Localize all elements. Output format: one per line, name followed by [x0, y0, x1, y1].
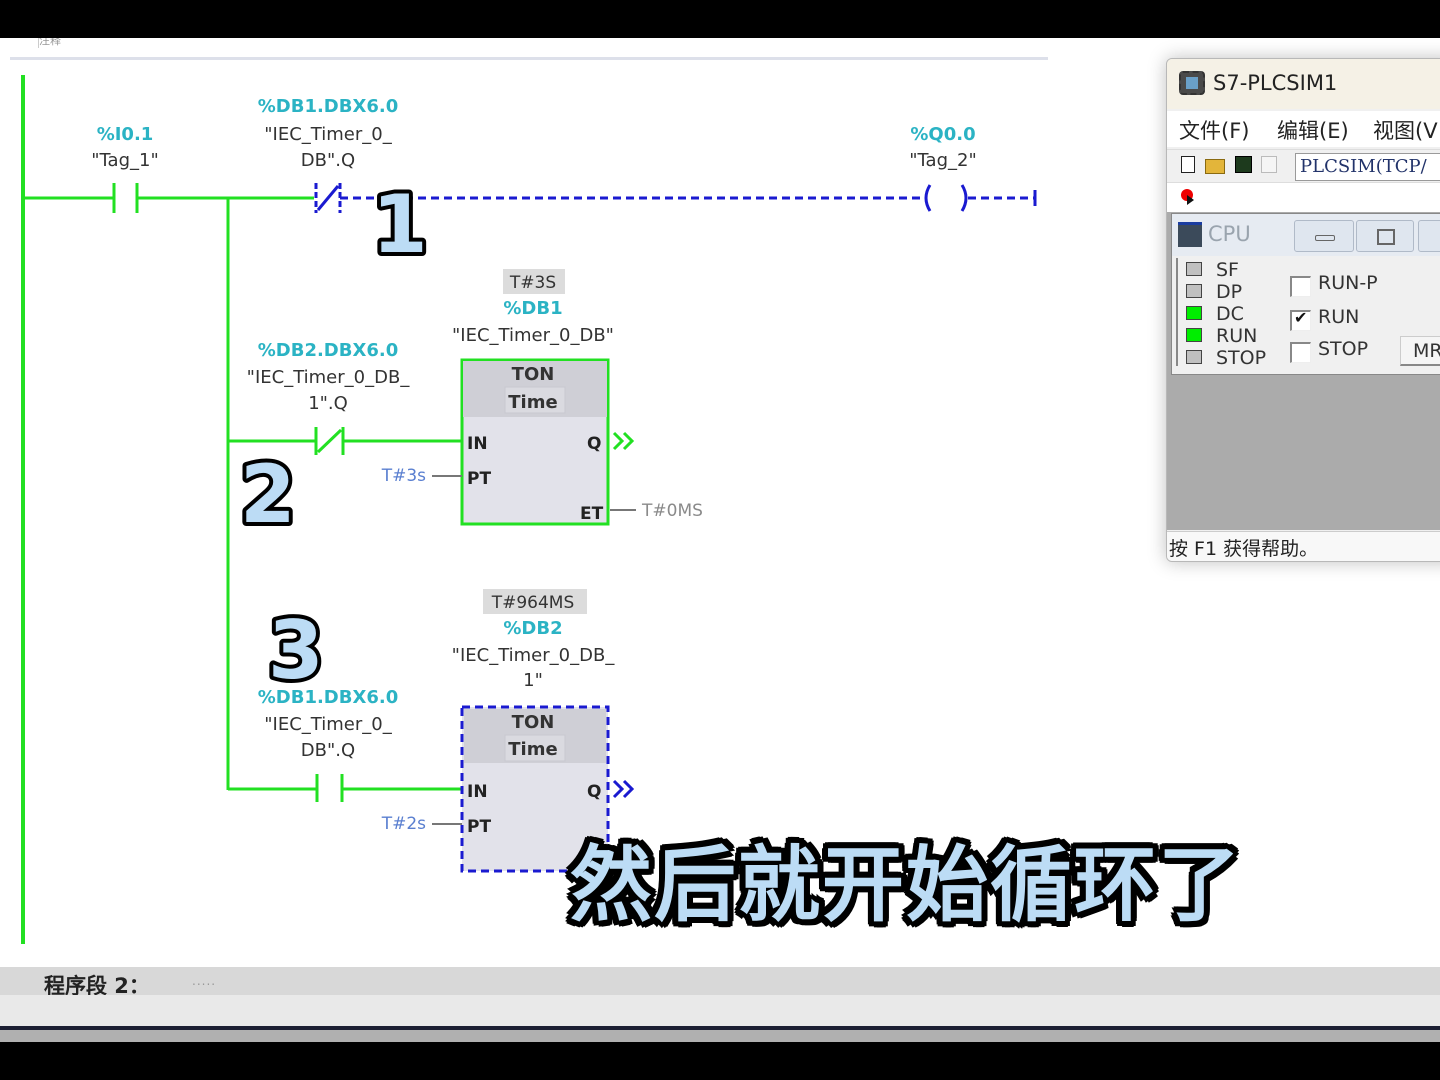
annotation-number: 3	[268, 604, 324, 697]
timer-instance-symbol: "IEC_Timer_0_DB_	[452, 645, 616, 666]
video-subtitle: 然后就开始循环了	[570, 838, 1243, 933]
menu-view[interactable]: 视图(V	[1373, 115, 1438, 145]
save-icon[interactable]	[1235, 156, 1252, 173]
contact-timer0-q-no[interactable]	[315, 774, 344, 802]
contact-symbol: "Tag_1"	[91, 150, 158, 171]
plcsim-title: S7-PLCSIM1	[1213, 71, 1338, 95]
menu-file[interactable]: 文件(F)	[1179, 115, 1249, 145]
timer-type: TON	[512, 712, 555, 733]
led-label: SF	[1216, 259, 1239, 281]
et-value[interactable]: T#0MS	[641, 501, 703, 521]
timer-type: TON	[512, 364, 555, 385]
mode-stop-checkbox[interactable]	[1290, 342, 1311, 363]
led-label: DC	[1216, 303, 1244, 325]
contact-address: %DB1.DBX6.0	[258, 96, 398, 117]
mres-button[interactable]: MRES	[1400, 336, 1440, 366]
mode-label: RUN	[1318, 306, 1360, 328]
coil-address: %Q0.0	[910, 124, 975, 145]
minimize-button[interactable]	[1294, 220, 1354, 252]
timer-current-value: T#3S	[509, 273, 556, 293]
timer-instance-address: %DB2	[503, 618, 562, 639]
pin-pt: PT	[467, 817, 491, 837]
plcsim-window: S7-PLCSIM1 文件(F) 编辑(E) 视图(V PLCSIM(TCP/ …	[1166, 58, 1440, 562]
contact-address: %DB2.DBX6.0	[258, 340, 398, 361]
contact-timer1-q-nc[interactable]	[314, 427, 345, 455]
timer-instance-address: %DB1	[503, 298, 562, 319]
panel-divider-shadow	[0, 1030, 1440, 1042]
cpu-window-icon	[1178, 222, 1202, 247]
contact-symbol: 1".Q	[308, 393, 348, 414]
timer-data-type[interactable]: Time	[508, 392, 557, 413]
pin-et: ET	[580, 504, 604, 524]
mode-label: RUN-P	[1318, 272, 1378, 294]
network-2-comment[interactable]: .....	[192, 974, 216, 988]
led-run-indicator	[1186, 328, 1202, 342]
contact-symbol: "IEC_Timer_0_	[264, 124, 392, 145]
close-button[interactable]	[1418, 220, 1440, 252]
timer-instance-symbol: "IEC_Timer_0_DB"	[452, 325, 614, 346]
new-file-icon[interactable]	[1181, 156, 1195, 173]
plcsim-menubar: 文件(F) 编辑(E) 视图(V	[1167, 111, 1440, 147]
menu-edit[interactable]: 编辑(E)	[1277, 115, 1349, 145]
led-stop-indicator	[1186, 350, 1202, 364]
insert-cpu-icon[interactable]	[1181, 189, 1194, 205]
led-dp-indicator	[1186, 284, 1202, 298]
contact-address: %I0.1	[97, 124, 154, 145]
mode-label: STOP	[1318, 338, 1369, 360]
contact-symbol: DB".Q	[301, 150, 355, 171]
coil-symbol: "Tag_2"	[909, 150, 976, 171]
connection-value: PLCSIM(TCP/	[1300, 156, 1427, 177]
open-folder-icon[interactable]	[1205, 159, 1225, 174]
connection-select[interactable]: PLCSIM(TCP/	[1295, 153, 1440, 181]
contact-tag1-no[interactable]	[112, 183, 139, 213]
pt-value[interactable]: T#3s	[381, 466, 426, 486]
pin-q: Q	[587, 782, 601, 802]
cpu-titlebar[interactable]: CPU	[1172, 214, 1440, 256]
led-dc-indicator	[1186, 306, 1202, 320]
pt-value[interactable]: T#2s	[381, 814, 426, 834]
timer-instance-symbol: 1"	[523, 670, 543, 691]
led-sf-indicator	[1186, 262, 1202, 276]
video-letterbox-bottom	[0, 1042, 1440, 1080]
timer-data-type[interactable]: Time	[508, 739, 557, 760]
maximize-button[interactable]	[1356, 220, 1414, 252]
contact-symbol: "IEC_Timer_0_	[264, 714, 392, 735]
led-label: STOP	[1216, 347, 1267, 369]
plcsim-app-icon	[1179, 71, 1205, 95]
coil-tag2[interactable]	[924, 184, 968, 212]
contact-timer0-q-nc[interactable]	[314, 183, 342, 213]
status-text: 按 F1 获得帮助。	[1169, 538, 1319, 560]
pin-in: IN	[467, 782, 488, 802]
annotation-number: 2	[240, 448, 296, 541]
led-label: RUN	[1216, 325, 1258, 347]
plcsim-statusbar: 按 F1 获得帮助。	[1167, 531, 1440, 561]
network-2-comment-area[interactable]	[0, 995, 1440, 1027]
print-icon[interactable]	[1261, 156, 1277, 173]
contact-symbol: DB".Q	[301, 740, 355, 761]
cpu-subwindow: CPU SF DP DC RUN STOP RUN-P ✔ RUN STOP M…	[1171, 213, 1440, 375]
cpu-title: CPU	[1208, 222, 1251, 246]
plcsim-toolbar-2	[1167, 182, 1440, 213]
led-label: DP	[1216, 281, 1243, 303]
contact-symbol: "IEC_Timer_0_DB_	[247, 367, 411, 388]
pin-in: IN	[467, 434, 488, 454]
q-output-arrow-icon	[612, 431, 635, 451]
check-icon: ✔	[1294, 308, 1308, 327]
annotation-number: 1	[372, 178, 428, 271]
timer-current-value: T#964MS	[491, 593, 575, 613]
plcsim-titlebar[interactable]: S7-PLCSIM1	[1167, 59, 1440, 109]
pin-q: Q	[587, 434, 601, 454]
mode-run-checkbox[interactable]: ✔	[1290, 308, 1311, 331]
mode-run-p-checkbox[interactable]	[1290, 276, 1311, 297]
q-output-arrow-icon	[612, 779, 635, 799]
cpu-status-panel: SF DP DC RUN STOP RUN-P ✔ RUN STOP MRES	[1176, 258, 1440, 369]
pin-pt: PT	[467, 469, 491, 489]
